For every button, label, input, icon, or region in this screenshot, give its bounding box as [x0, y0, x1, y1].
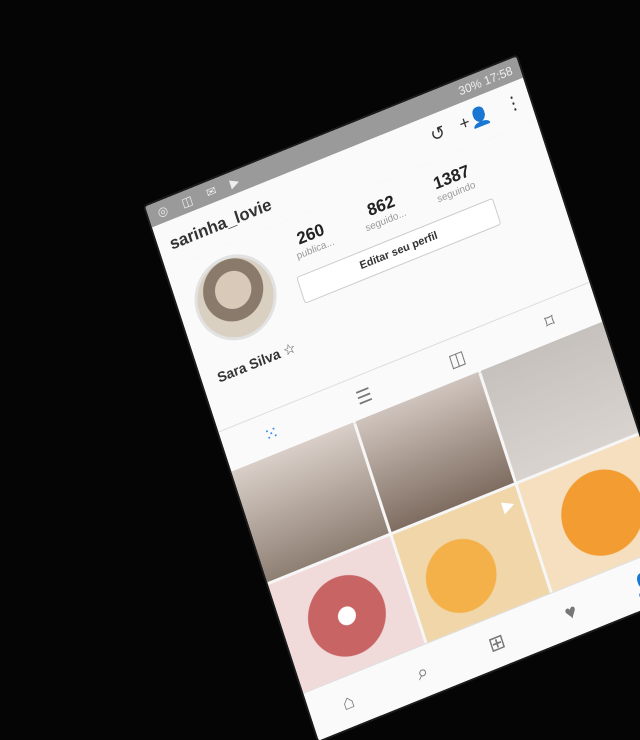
- avatar[interactable]: [183, 241, 288, 354]
- bookmark-icon: ⌑: [542, 309, 557, 333]
- display-name: Sara Silva ☆: [215, 339, 298, 386]
- search-icon: ⌕: [413, 659, 432, 685]
- heart-icon: ♥: [561, 599, 580, 625]
- video-icon: ▶: [500, 495, 517, 517]
- phone-device: ◎ ◫ ✉ ▶ 30% 17:58 sarinha_lovie ↺ +👤 ⋮ 2…: [0, 0, 640, 740]
- grid-icon: ⁙: [261, 420, 282, 446]
- profile-icon: 👤: [630, 568, 640, 599]
- followers-stat[interactable]: 862 seguido...: [351, 186, 414, 237]
- plus-icon: ⊞: [485, 629, 509, 657]
- list-icon: ☰: [353, 383, 375, 409]
- tagged-icon: ◫: [445, 345, 468, 372]
- add-user-icon[interactable]: +👤: [457, 103, 494, 135]
- instagram-profile-screen: ◎ ◫ ✉ ▶ 30% 17:58 sarinha_lovie ↺ +👤 ⋮ 2…: [145, 56, 640, 740]
- posts-stat[interactable]: 260 publica...: [281, 214, 344, 265]
- following-stat[interactable]: 1387 seguindo: [422, 157, 485, 208]
- home-icon: ⌂: [339, 689, 358, 715]
- history-icon[interactable]: ↺: [428, 121, 448, 147]
- more-vert-icon[interactable]: ⋮: [502, 90, 525, 117]
